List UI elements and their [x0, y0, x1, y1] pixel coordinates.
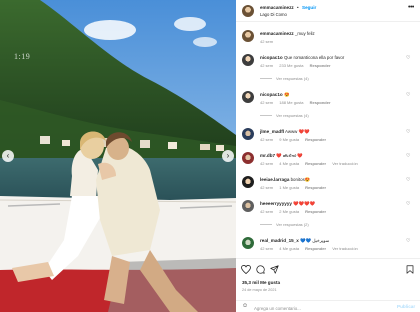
reply-button[interactable]: Responder: [310, 100, 331, 105]
comment-username[interactable]: jlme_madfl: [260, 129, 284, 134]
reply-button[interactable]: Responder: [310, 63, 331, 68]
caption-time: 42 sem: [260, 39, 274, 44]
comment-time: 42 sem: [260, 100, 274, 105]
reply-button[interactable]: Responder: [305, 246, 326, 251]
view-replies-label: Ver respuestas (4): [276, 113, 309, 118]
comment-like-heart-icon[interactable]: ♡: [406, 153, 410, 159]
comment-time: 42 sem: [260, 161, 274, 166]
like-heart-icon[interactable]: [241, 265, 251, 274]
follow-button[interactable]: Seguir: [302, 5, 316, 10]
photo-illustration: [0, 0, 236, 312]
commenter-avatar[interactable]: [242, 176, 254, 188]
commenter-avatar[interactable]: [242, 128, 254, 140]
comment-meta: 42 sem 4 Me gusta Responder Ver traducci…: [260, 246, 363, 251]
comment-meta: 42 sem 9 Me gusta Responder: [260, 137, 331, 142]
reply-button[interactable]: Responder: [305, 161, 326, 166]
comments-list[interactable]: emmacaminezz _muy feliz 42 sem nicopac1o…: [236, 24, 420, 256]
comment-text: 😍: [283, 92, 290, 97]
comment-like-heart-icon[interactable]: ♡: [406, 238, 410, 244]
commenter-avatar[interactable]: [242, 54, 254, 66]
instagram-post: 1:19 ‹ › emmacaminezz • Seguir Lago Di C…: [0, 0, 420, 312]
comment-text: ❤️❤️❤️❤️: [293, 201, 316, 206]
author-username[interactable]: emmacaminezz: [260, 5, 294, 10]
add-comment-input[interactable]: [254, 304, 384, 312]
caption-meta: 42 sem: [260, 39, 278, 44]
comment-time: 42 sem: [260, 209, 274, 214]
view-replies-button[interactable]: Ver respuestas (2): [260, 222, 309, 227]
comment-likes[interactable]: 2 Me gusta: [279, 209, 299, 214]
view-replies-label: Ver respuestas (4): [276, 76, 309, 81]
replies-divider: [260, 78, 272, 80]
previous-photo-button[interactable]: ‹: [2, 150, 14, 162]
view-replies-button[interactable]: Ver respuestas (4): [260, 113, 309, 118]
comment-username[interactable]: nicopac1o: [260, 55, 283, 60]
save-bookmark-icon[interactable]: [406, 265, 414, 274]
comment-like-heart-icon[interactable]: ♡: [406, 201, 410, 207]
comment-like-heart-icon[interactable]: ♡: [406, 177, 410, 183]
comment-username[interactable]: leeiae.larraga: [260, 177, 289, 182]
comment-likes[interactable]: 1 Me gusta: [279, 185, 299, 190]
commenter-avatar[interactable]: [242, 237, 254, 249]
add-comment-bar: ☺ Publicar: [236, 300, 420, 312]
comment-meta: 42 sem 4 Me gusta Responder Ver traducci…: [260, 161, 363, 166]
commenter-avatar[interactable]: [242, 152, 254, 164]
reply-button[interactable]: Responder: [305, 185, 326, 190]
caption-username[interactable]: emmacaminezz: [260, 31, 294, 36]
likes-count[interactable]: 35,3 mil Me gusta: [242, 280, 280, 285]
comment-username[interactable]: nicopac1o: [260, 92, 283, 97]
author-avatar[interactable]: [242, 30, 254, 42]
comment-text: bonitos😍: [290, 177, 311, 182]
comment-username[interactable]: mr.db7: [260, 153, 275, 158]
comment-meta: 42 sem 1 Me gusta Responder: [260, 185, 331, 190]
comment-time: 42 sem: [260, 137, 274, 142]
comment-meta: 42 sem 233 Me gusta Responder: [260, 63, 336, 68]
more-options-icon[interactable]: •••: [408, 4, 414, 11]
translate-button[interactable]: Ver traducción: [332, 161, 358, 166]
comment-username[interactable]: heeeerryyyyyy: [260, 201, 292, 206]
comment-likes[interactable]: 233 Me gusta: [279, 63, 303, 68]
reply-button[interactable]: Responder: [305, 137, 326, 142]
header-separator: •: [297, 5, 299, 10]
commenter-avatar[interactable]: [242, 200, 254, 212]
view-replies-button[interactable]: Ver respuestas (4): [260, 76, 309, 81]
post-photo[interactable]: 1:19 ‹ ›: [0, 0, 236, 312]
comment-time: 42 sem: [260, 185, 274, 190]
commenter-avatar[interactable]: [242, 91, 254, 103]
comment-icon[interactable]: [256, 265, 265, 274]
comment-like-heart-icon[interactable]: ♡: [406, 55, 410, 61]
replies-divider: [260, 115, 272, 117]
photo-watermark: 1:19: [14, 52, 31, 61]
post-actions: 35,3 mil Me gusta 24 de mayo de 2021 ☺ P…: [236, 258, 420, 312]
comment-text: 💙💙 سوپرخیل: [300, 238, 330, 243]
author-avatar[interactable]: [242, 5, 254, 17]
comment-text: Awww ❤️❤️: [284, 129, 310, 134]
caption-text: _muy feliz: [294, 31, 315, 36]
next-photo-button[interactable]: ›: [222, 150, 234, 162]
comment-likes[interactable]: 4 Me gusta: [279, 161, 299, 166]
comment-meta: 42 sem 2 Me gusta Responder: [260, 209, 331, 214]
comment-likes[interactable]: 188 Me gusta: [279, 100, 303, 105]
comment-likes[interactable]: 9 Me gusta: [279, 137, 299, 142]
comment-meta: 42 sem 188 Me gusta Responder: [260, 100, 336, 105]
comment-username[interactable]: real_madrid_15_x: [260, 238, 299, 243]
comment-like-heart-icon[interactable]: ♡: [406, 129, 410, 135]
comment-time: 42 sem: [260, 246, 274, 251]
post-location[interactable]: Lago Di Como: [260, 12, 287, 17]
translate-button[interactable]: Ver traducción: [332, 246, 358, 251]
comment-text: ❤️ 𝒹𝑒𝓈𝓉𝒾𝓃𝑜 ❤️: [276, 153, 303, 158]
comment-likes[interactable]: 4 Me gusta: [279, 246, 299, 251]
reply-button[interactable]: Responder: [305, 209, 326, 214]
emoji-icon[interactable]: ☺: [242, 303, 248, 309]
comment-time: 42 sem: [260, 63, 274, 68]
publish-button[interactable]: Publicar: [397, 304, 415, 309]
replies-divider: [260, 224, 272, 226]
view-replies-label: Ver respuestas (2): [276, 222, 309, 227]
post-date: 24 de mayo de 2021: [242, 288, 277, 292]
share-paper-plane-icon[interactable]: [270, 265, 279, 274]
comment-like-heart-icon[interactable]: ♡: [406, 92, 410, 98]
comment-text: Que romanticona ella por favor: [283, 55, 345, 60]
post-header: emmacaminezz • Seguir Lago Di Como •••: [236, 0, 420, 22]
post-side-panel: emmacaminezz • Seguir Lago Di Como ••• e…: [236, 0, 420, 312]
